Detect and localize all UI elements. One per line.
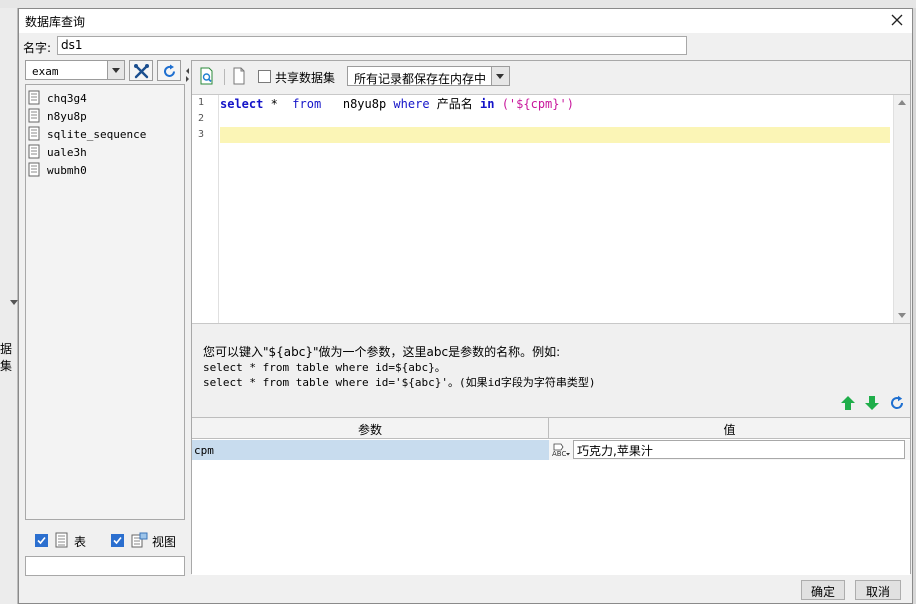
table-icon [28, 126, 40, 141]
line-number: 2 [198, 113, 205, 124]
cancel-button[interactable]: 取消 [855, 580, 901, 600]
checkmark-icon [113, 536, 122, 545]
keyword-from: from [292, 97, 322, 111]
code-close-paren: ) [566, 97, 574, 111]
param-name-cell[interactable]: cpm [192, 440, 549, 460]
table-icon [28, 162, 40, 177]
scroll-up-icon[interactable] [898, 100, 906, 105]
svg-text:ABC: ABC [552, 450, 566, 458]
connection-settings-button[interactable] [129, 60, 153, 81]
table-name: uale3h [47, 146, 87, 159]
pane-splitter[interactable] [185, 60, 190, 576]
title-bar: 数据库查询 [19, 9, 912, 33]
code-star: * [263, 97, 293, 111]
column-header-value: 值 [549, 418, 910, 439]
blank-page-icon [233, 67, 245, 85]
param-value-input[interactable]: 巧克力,苹果汁 [573, 440, 905, 459]
memory-mode-select[interactable]: 所有记录都保存在内存中 [347, 66, 510, 86]
refresh-icon [891, 395, 904, 409]
table-search-input[interactable] [25, 556, 185, 576]
table-name: sqlite_sequence [47, 128, 147, 141]
dialog-title: 数据库查询 [25, 15, 86, 29]
code-param-string: '${cpm}' [508, 97, 567, 111]
refresh-icon [164, 64, 175, 77]
memory-mode-value: 所有记录都保存在内存中 [354, 72, 487, 86]
code-column: 产品名 [429, 97, 480, 111]
scroll-down-icon[interactable] [898, 313, 906, 318]
editor-scrollbar[interactable] [893, 95, 910, 323]
table-icon [28, 144, 40, 159]
tables-checkbox[interactable] [35, 534, 48, 547]
param-value-cell: ABC 巧克力,苹果汁 [549, 440, 910, 460]
close-icon [891, 14, 903, 26]
close-button[interactable] [888, 11, 906, 29]
parameters-table: 参数 值 cpm ABC 巧克力,苹果汁 [192, 417, 910, 575]
code-table: n8yu8p [321, 97, 394, 111]
view-icon [131, 532, 148, 548]
arrow-down-icon [865, 396, 879, 410]
code-open-paren: ( [501, 97, 509, 111]
string-type-icon[interactable]: ABC [551, 442, 571, 458]
arrow-up-icon [841, 396, 855, 410]
code-line-1: select * from n8yu8p where 产品名 in ('${cp… [220, 95, 574, 111]
share-dataset-checkbox[interactable] [258, 70, 271, 83]
database-select-value: exam [32, 65, 59, 78]
sql-editor[interactable]: 1 2 3 select * from n8yu8p where 产品名 in … [192, 94, 910, 324]
checkmark-icon [37, 536, 46, 545]
table-browser-pane: exam chq3g4 n8yu8p sqlite_sequence uale3… [25, 60, 185, 576]
column-header-param: 参数 [192, 418, 549, 439]
line-number: 3 [198, 129, 205, 140]
new-query-button[interactable] [230, 67, 248, 85]
background-app-toolbar [0, 0, 916, 8]
toolbar-separator [224, 69, 225, 85]
tools-icon [134, 64, 149, 79]
help-example: select * from table where id=${abc}。 [203, 361, 446, 374]
table-type-filter: 表 视图 [25, 530, 185, 552]
table-icon [28, 108, 40, 123]
query-pane: 共享数据集 所有记录都保存在内存中 1 2 3 select * from n8… [191, 60, 911, 575]
database-query-dialog: 数据库查询 名字: ds1 exam chq3g4 n8yu8p sqlite_… [18, 8, 913, 604]
database-select[interactable]: exam [25, 60, 125, 80]
preview-button[interactable] [198, 67, 216, 85]
chevron-down-icon [107, 61, 124, 79]
help-example: select * from table where id='${abc}'。(如… [203, 376, 596, 389]
query-toolbar: 共享数据集 所有记录都保存在内存中 [192, 61, 910, 91]
table-icon [28, 90, 40, 105]
move-param-up-button[interactable] [840, 395, 856, 411]
name-label: 名字: [23, 41, 52, 55]
chevron-down-icon [491, 67, 509, 85]
views-checkbox[interactable] [111, 534, 124, 547]
line-number: 1 [198, 97, 205, 108]
share-dataset-label: 共享数据集 [275, 71, 336, 85]
background-dataset-label: 据集 [0, 342, 13, 373]
ok-button[interactable]: 确定 [801, 580, 845, 600]
views-filter-label: 视图 [152, 535, 177, 549]
tables-filter-label: 表 [74, 535, 87, 549]
collapse-triangle-icon [10, 300, 18, 305]
help-line: 您可以键入"${abc}"做为一个参数，这里abc是参数的名称。例如: [203, 345, 561, 359]
preview-icon [200, 67, 213, 85]
table-icon [55, 532, 68, 548]
move-param-down-button[interactable] [864, 395, 880, 411]
table-name: chq3g4 [47, 92, 87, 105]
tables-list[interactable]: chq3g4 n8yu8p sqlite_sequence uale3h wub… [25, 84, 185, 520]
keyword-where: where [393, 97, 430, 111]
table-name: wubmh0 [47, 164, 87, 177]
parameter-help-text: 您可以键入"${abc}"做为一个参数，这里abc是参数的名称。例如: sele… [203, 343, 903, 389]
background-app-sidebar: 据集 [0, 8, 18, 604]
keyword-in: in [480, 97, 495, 111]
refresh-tables-button[interactable] [157, 60, 181, 81]
keyword-select: select [220, 97, 264, 111]
table-name: n8yu8p [47, 110, 87, 123]
table-row[interactable]: cpm ABC 巧克力,苹果汁 [192, 440, 910, 460]
name-input[interactable]: ds1 [57, 36, 687, 55]
refresh-params-button[interactable] [889, 395, 905, 411]
code-line-3-current [220, 127, 890, 143]
line-number-gutter: 1 2 3 [192, 95, 219, 323]
